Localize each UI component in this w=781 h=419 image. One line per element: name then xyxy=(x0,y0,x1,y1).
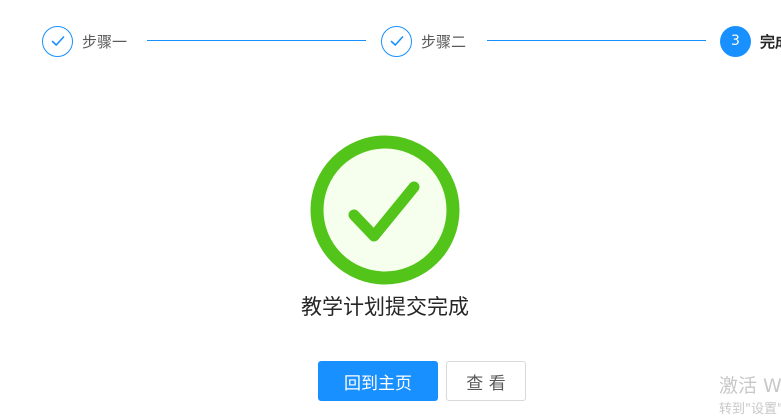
step-connector-2 xyxy=(487,40,706,41)
step-3-title: 完成 xyxy=(760,32,781,51)
back-home-button[interactable]: 回到主页 xyxy=(318,361,438,401)
step-1: 步骤一 xyxy=(42,24,127,58)
step-3-number: 3 xyxy=(720,25,751,57)
result-page: 步骤一 步骤二 3 完成 教学计划提交完成 回到主页 查 看 激活 Window… xyxy=(0,0,781,419)
success-check-icon xyxy=(310,135,460,285)
step-connector-1 xyxy=(147,40,366,41)
step-1-check-icon xyxy=(42,25,73,57)
step-3: 3 完成 xyxy=(720,24,781,58)
view-button[interactable]: 查 看 xyxy=(446,361,526,401)
step-2: 步骤二 xyxy=(381,24,466,58)
activation-watermark-title: 激活 Windows xyxy=(719,375,781,397)
activation-watermark-subtitle: 转到"设置"以激活 Windows。 xyxy=(719,402,781,417)
result-title: 教学计划提交完成 xyxy=(301,295,469,319)
steps-bar: 步骤一 步骤二 3 完成 xyxy=(0,0,781,82)
step-1-title: 步骤一 xyxy=(82,32,128,51)
step-2-title: 步骤二 xyxy=(421,32,467,51)
step-2-check-icon xyxy=(381,25,412,57)
